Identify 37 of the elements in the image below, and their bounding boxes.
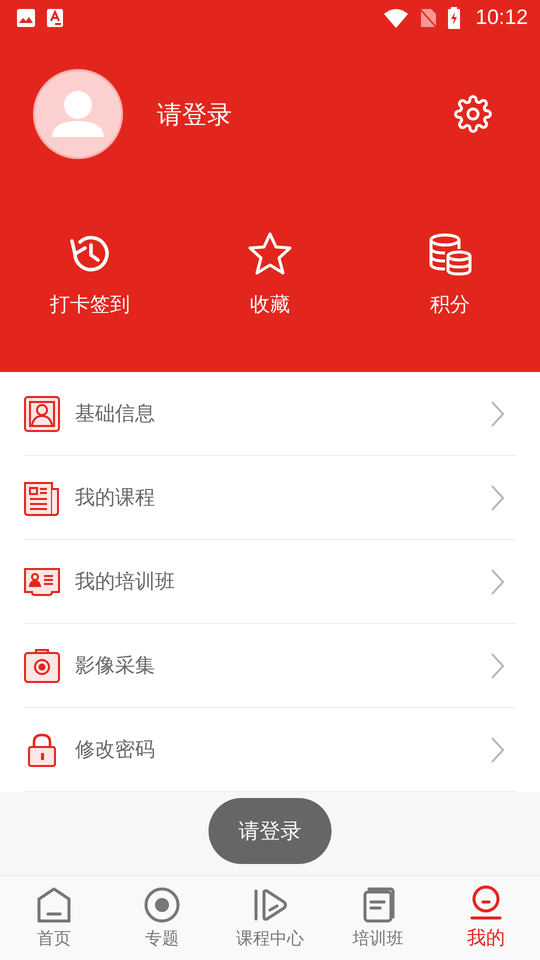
coins-icon [427, 231, 473, 277]
nav-tab[interactable]: 培训班 [324, 876, 432, 960]
target-icon [144, 886, 180, 922]
image-icon [16, 8, 36, 28]
settings-icon[interactable] [454, 95, 492, 133]
app-icon [46, 8, 64, 28]
nav-tab[interactable]: 我的 [432, 876, 540, 960]
face-icon [468, 885, 504, 921]
chevron-right-icon [490, 652, 504, 678]
battery-icon [447, 7, 462, 29]
menu-item[interactable]: 修改密码 [24, 708, 516, 792]
shortcut-button[interactable]: 收藏 [180, 231, 360, 318]
chevron-right-icon [490, 484, 504, 510]
camera-icon [24, 648, 60, 684]
shortcut-button[interactable]: 积分 [360, 231, 540, 318]
menu-item[interactable]: 我的课程 [24, 456, 516, 540]
toast-message: 请登录 [208, 798, 332, 864]
nav-tab[interactable]: 首页 [0, 876, 108, 960]
no-sim-icon [419, 8, 438, 28]
chevron-right-icon [490, 400, 504, 426]
avatar-icon[interactable] [33, 69, 123, 159]
chevron-right-icon [490, 736, 504, 762]
login-prompt[interactable]: 请登录 [157, 98, 232, 130]
house-icon [36, 886, 72, 922]
play-icon [252, 886, 288, 922]
chevron-right-icon [490, 568, 504, 594]
portrait-icon [24, 396, 60, 432]
menu-item[interactable]: 基础信息 [24, 372, 516, 456]
nav-tab[interactable]: 专题 [108, 876, 216, 960]
star-icon [247, 231, 293, 277]
nav-tab[interactable]: 课程中心 [216, 876, 324, 960]
menu-item[interactable]: 我的培训班 [24, 540, 516, 624]
menu-item[interactable]: 影像采集 [24, 624, 516, 708]
shortcut-button[interactable]: 打卡签到 [0, 231, 180, 318]
newspaper-icon [24, 480, 60, 516]
wifi-icon [383, 8, 410, 28]
clock-time: 10:12 [475, 6, 528, 30]
